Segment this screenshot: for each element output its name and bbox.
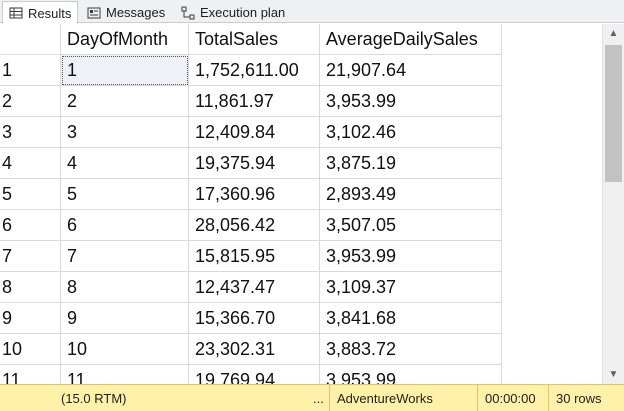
row-number[interactable]: 1 [0, 55, 61, 86]
table-row[interactable]: 9 9 15,366.70 3,841.68 [0, 303, 502, 334]
cell-dayofmonth[interactable]: 1 [61, 55, 189, 86]
cell-dayofmonth[interactable]: 4 [61, 148, 189, 179]
results-grid[interactable]: DayOfMonth TotalSales AverageDailySales … [0, 24, 602, 384]
cell-averagedailysales[interactable]: 3,883.72 [320, 334, 502, 365]
table-row[interactable]: 11 11 19,769.94 3,953.99 [0, 365, 502, 384]
cell-averagedailysales[interactable]: 3,953.99 [320, 365, 502, 384]
tab-execution-plan[interactable]: Execution plan [174, 1, 292, 23]
row-number[interactable]: 5 [0, 179, 61, 210]
scroll-up-arrow-icon[interactable]: ▲ [603, 24, 624, 43]
cell-totalsales[interactable]: 12,409.84 [189, 117, 320, 148]
execution-plan-icon [181, 6, 195, 19]
server-version: (15.0 RTM) [61, 390, 127, 406]
cell-averagedailysales[interactable]: 3,109.37 [320, 272, 502, 303]
cell-dayofmonth[interactable]: 9 [61, 303, 189, 334]
status-ellipsis: ... [313, 390, 324, 406]
table-row[interactable]: 6 6 28,056.42 3,507.05 [0, 210, 502, 241]
cell-totalsales[interactable]: 11,861.97 [189, 86, 320, 117]
row-count: 30 rows [548, 385, 609, 411]
row-number-header[interactable] [0, 24, 61, 55]
table-row[interactable]: 7 7 15,815.95 3,953.99 [0, 241, 502, 272]
vertical-scrollbar[interactable]: ▲ ▼ [602, 24, 624, 384]
table-row[interactable]: 1 1 1,752,611.00 21,907.64 [0, 55, 502, 86]
tab-messages[interactable]: Messages [80, 1, 172, 23]
cell-averagedailysales[interactable]: 2,893.49 [320, 179, 502, 210]
row-number[interactable]: 8 [0, 272, 61, 303]
tab-messages-label: Messages [106, 5, 166, 20]
tab-execution-plan-label: Execution plan [200, 5, 286, 20]
table-row[interactable]: 8 8 12,437.47 3,109.37 [0, 272, 502, 303]
cell-totalsales[interactable]: 15,815.95 [189, 241, 320, 272]
grid-icon [9, 7, 23, 19]
table-row[interactable]: 4 4 19,375.94 3,875.19 [0, 148, 502, 179]
cell-totalsales[interactable]: 19,375.94 [189, 148, 320, 179]
cell-totalsales[interactable]: 1,752,611.00 [189, 55, 320, 86]
cell-dayofmonth[interactable]: 5 [61, 179, 189, 210]
messages-icon [87, 7, 101, 18]
table-row[interactable]: 10 10 23,302.31 3,883.72 [0, 334, 502, 365]
cell-dayofmonth[interactable]: 3 [61, 117, 189, 148]
row-number[interactable]: 11 [0, 365, 61, 384]
row-number[interactable]: 4 [0, 148, 61, 179]
cell-averagedailysales[interactable]: 3,875.19 [320, 148, 502, 179]
scroll-down-arrow-icon[interactable]: ▼ [603, 365, 624, 384]
grid-header-row: DayOfMonth TotalSales AverageDailySales [0, 24, 502, 55]
cell-dayofmonth[interactable]: 6 [61, 210, 189, 241]
cell-totalsales[interactable]: 12,437.47 [189, 272, 320, 303]
cell-dayofmonth[interactable]: 8 [61, 272, 189, 303]
cell-averagedailysales[interactable]: 3,953.99 [320, 86, 502, 117]
table-row[interactable]: 3 3 12,409.84 3,102.46 [0, 117, 502, 148]
cell-totalsales[interactable]: 19,769.94 [189, 365, 320, 384]
query-status-bar: (15.0 RTM) ... AdventureWorks 00:00:00 3… [0, 384, 624, 411]
row-number[interactable]: 10 [0, 334, 61, 365]
column-header-dayofmonth[interactable]: DayOfMonth [61, 24, 189, 55]
cell-dayofmonth[interactable]: 2 [61, 86, 189, 117]
cell-averagedailysales[interactable]: 3,102.46 [320, 117, 502, 148]
cell-totalsales[interactable]: 28,056.42 [189, 210, 320, 241]
cell-averagedailysales[interactable]: 21,907.64 [320, 55, 502, 86]
row-number[interactable]: 2 [0, 86, 61, 117]
cell-totalsales[interactable]: 23,302.31 [189, 334, 320, 365]
scrollbar-thumb[interactable] [605, 45, 622, 182]
table-row[interactable]: 5 5 17,360.96 2,893.49 [0, 179, 502, 210]
column-header-averagedailysales[interactable]: AverageDailySales [320, 24, 502, 55]
column-header-totalsales[interactable]: TotalSales [189, 24, 320, 55]
cell-averagedailysales[interactable]: 3,953.99 [320, 241, 502, 272]
table-row[interactable]: 2 2 11,861.97 3,953.99 [0, 86, 502, 117]
row-number[interactable]: 6 [0, 210, 61, 241]
cell-totalsales[interactable]: 15,366.70 [189, 303, 320, 334]
cell-dayofmonth[interactable]: 7 [61, 241, 189, 272]
cell-totalsales[interactable]: 17,360.96 [189, 179, 320, 210]
database-name: AdventureWorks [329, 385, 440, 411]
tab-results[interactable]: Results [2, 1, 79, 24]
cell-dayofmonth[interactable]: 11 [61, 365, 189, 384]
cell-averagedailysales[interactable]: 3,841.68 [320, 303, 502, 334]
elapsed-time: 00:00:00 [477, 385, 543, 411]
row-number[interactable]: 7 [0, 241, 61, 272]
results-tab-strip: Results Messages Execution plan [0, 0, 624, 24]
cell-averagedailysales[interactable]: 3,507.05 [320, 210, 502, 241]
row-number[interactable]: 3 [0, 117, 61, 148]
tab-results-label: Results [28, 5, 72, 21]
cell-dayofmonth[interactable]: 10 [61, 334, 189, 365]
row-number[interactable]: 9 [0, 303, 61, 334]
